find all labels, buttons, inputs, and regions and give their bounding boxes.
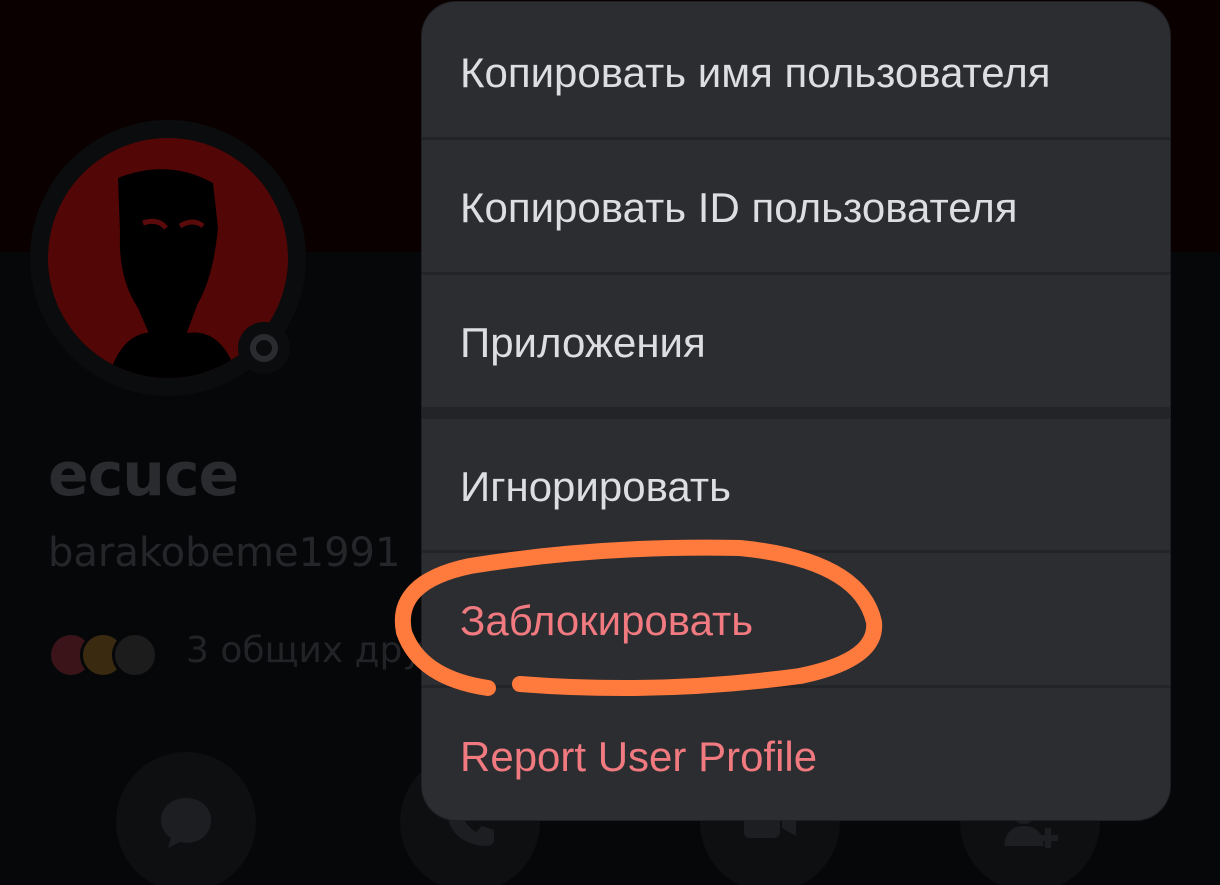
offline-status-icon: [238, 322, 290, 374]
menu-divider: [422, 550, 1170, 553]
block-item[interactable]: Заблокировать: [422, 554, 1170, 687]
menu-item-label: Report User Profile: [460, 733, 818, 780]
mutual-friends-row[interactable]: 3 общих дру: [48, 628, 468, 678]
message-icon: [161, 798, 211, 848]
copy-username-item[interactable]: Копировать имя пользователя: [422, 6, 1170, 139]
menu-item-label: Копировать имя пользователя: [460, 49, 1051, 96]
menu-group-separator: [422, 407, 1170, 419]
username: barakobeme1991: [48, 530, 401, 576]
menu-item-label: Игнорировать: [460, 463, 731, 510]
message-button[interactable]: [116, 752, 256, 885]
mutual-friend-avatar: [112, 632, 158, 678]
menu-item-label: Приложения: [460, 319, 706, 366]
menu-divider: [422, 137, 1170, 140]
mutual-friends-label: 3 общих дру: [186, 630, 424, 671]
menu-divider: [422, 685, 1170, 688]
apps-item[interactable]: Приложения: [422, 276, 1170, 409]
report-profile-item[interactable]: Report User Profile: [422, 690, 1170, 820]
menu-item-label: Копировать ID пользователя: [460, 184, 1018, 231]
copy-user-id-item[interactable]: Копировать ID пользователя: [422, 141, 1170, 274]
ignore-item[interactable]: Игнорировать: [422, 420, 1170, 553]
menu-divider: [422, 272, 1170, 275]
menu-item-label: Заблокировать: [460, 597, 754, 644]
user-profile-screen: ecuce barakobeme1991 3 общих дру Копиров: [0, 0, 1220, 885]
display-name: ecuce: [48, 440, 239, 510]
user-context-menu: Копировать имя пользователя Копировать I…: [422, 2, 1170, 820]
